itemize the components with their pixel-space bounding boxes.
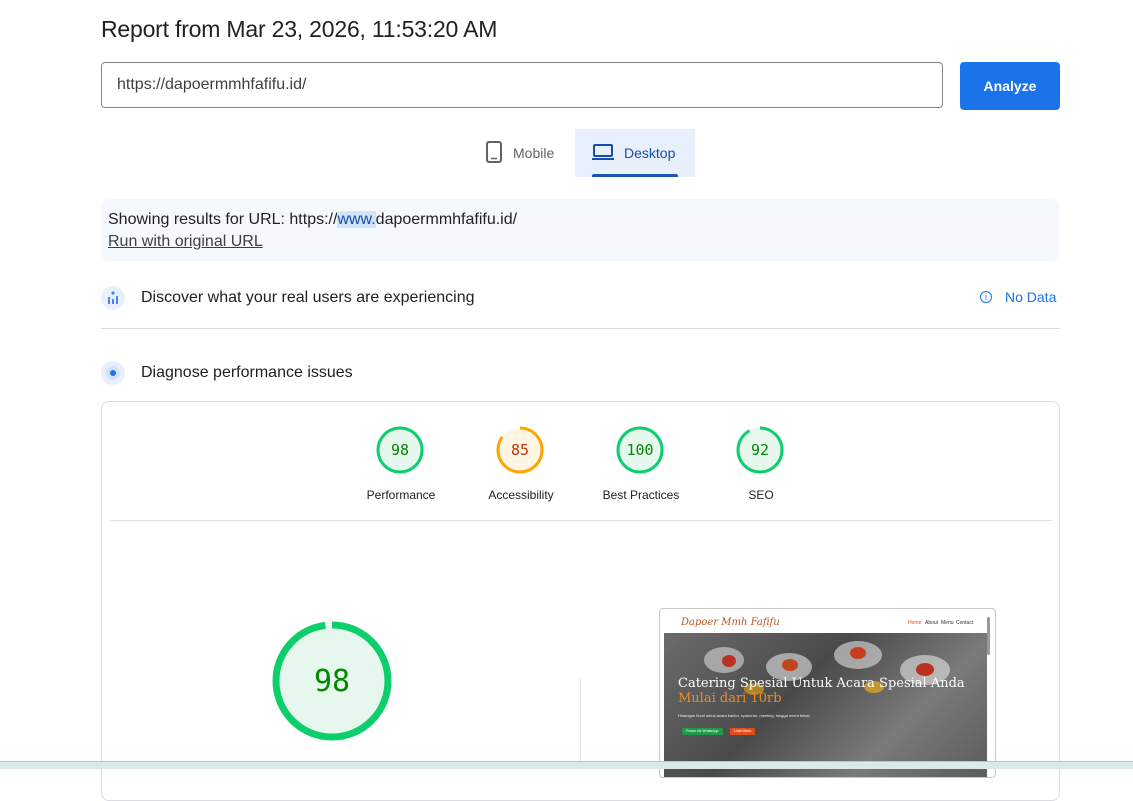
diagnose-title: Diagnose performance issues: [141, 364, 353, 381]
score-gauge-performance[interactable]: 98: [376, 426, 424, 479]
analyze-button[interactable]: Analyze: [960, 62, 1060, 110]
real-users-icon: [101, 286, 125, 315]
score-gauge-seo[interactable]: 92: [736, 426, 784, 479]
tab-desktop[interactable]: Desktop: [575, 129, 695, 177]
screenshot-whatsapp-button: Pesan via WhatsApp: [682, 728, 723, 735]
screenshot-headline: Catering Spesial Untuk Acara Spesial And…: [678, 676, 965, 691]
score-value-performance: 98: [391, 441, 409, 459]
tab-mobile-label: Mobile: [513, 145, 555, 161]
screenshot-brand: Dapoer Mmh Fafifu: [681, 617, 780, 628]
screenshot-nav-menu: Menu: [941, 620, 954, 626]
screenshot-headline-accent: Mulai dari 10rb: [678, 691, 782, 706]
run-original-url-link[interactable]: Run with original URL: [108, 233, 263, 251]
score-label-accessibility: Accessibility: [488, 488, 554, 502]
big-score-value: 98: [314, 664, 350, 699]
big-performance-gauge: 98: [272, 621, 392, 746]
diagnose-icon: [101, 361, 125, 390]
score-gauge-accessibility[interactable]: 85: [496, 426, 544, 479]
score-label-best-practices: Best Practices: [602, 488, 680, 502]
screenshot-nav-home: Home: [908, 620, 922, 626]
url-notice-box: [101, 199, 1059, 261]
info-icon: i: [980, 291, 992, 303]
screenshot-nav-about: About: [925, 620, 939, 626]
page-title: Report from Mar 23, 2026, 11:53:20 AM: [101, 16, 498, 42]
vertical-divider: [580, 678, 581, 768]
notice-prefix: Showing results for URL: https://: [108, 211, 338, 228]
section-divider: [101, 328, 1060, 329]
score-label-seo: SEO: [748, 488, 774, 502]
screenshot-subtext: Hidangan lezat untuk acara kantor, syuku…: [678, 713, 811, 718]
page-screenshot: Dapoer Mmh Fafifu Home About Menu Contac…: [659, 608, 996, 778]
laptop-icon: [592, 143, 624, 164]
score-value-best-practices: 100: [626, 441, 653, 459]
url-input[interactable]: [101, 62, 943, 108]
score-label-performance: Performance: [366, 488, 436, 502]
score-value-seo: 92: [751, 441, 769, 459]
no-data-status[interactable]: i No Data: [980, 289, 1056, 305]
score-gauge-best-practices[interactable]: 100: [616, 426, 664, 479]
smartphone-icon: [485, 140, 513, 166]
url-notice-text: Showing results for URL: https://www.dap…: [108, 211, 517, 229]
tab-desktop-label: Desktop: [624, 145, 676, 161]
notice-highlight: www.: [337, 211, 376, 228]
score-value-accessibility: 85: [511, 441, 529, 459]
screenshot-nav-contact: Contact: [956, 620, 974, 626]
card-divider: [110, 520, 1052, 521]
tab-selected-indicator: [592, 174, 678, 177]
no-data-label: No Data: [1005, 289, 1057, 305]
screenshot-scrollbar: [987, 617, 990, 655]
real-users-title: Discover what your real users are experi…: [141, 289, 475, 306]
screenshot-menu-button: Lihat Menu: [730, 728, 756, 735]
notice-suffix: dapoermmhfafifu.id/: [375, 211, 518, 228]
tab-mobile[interactable]: Mobile: [477, 129, 573, 177]
